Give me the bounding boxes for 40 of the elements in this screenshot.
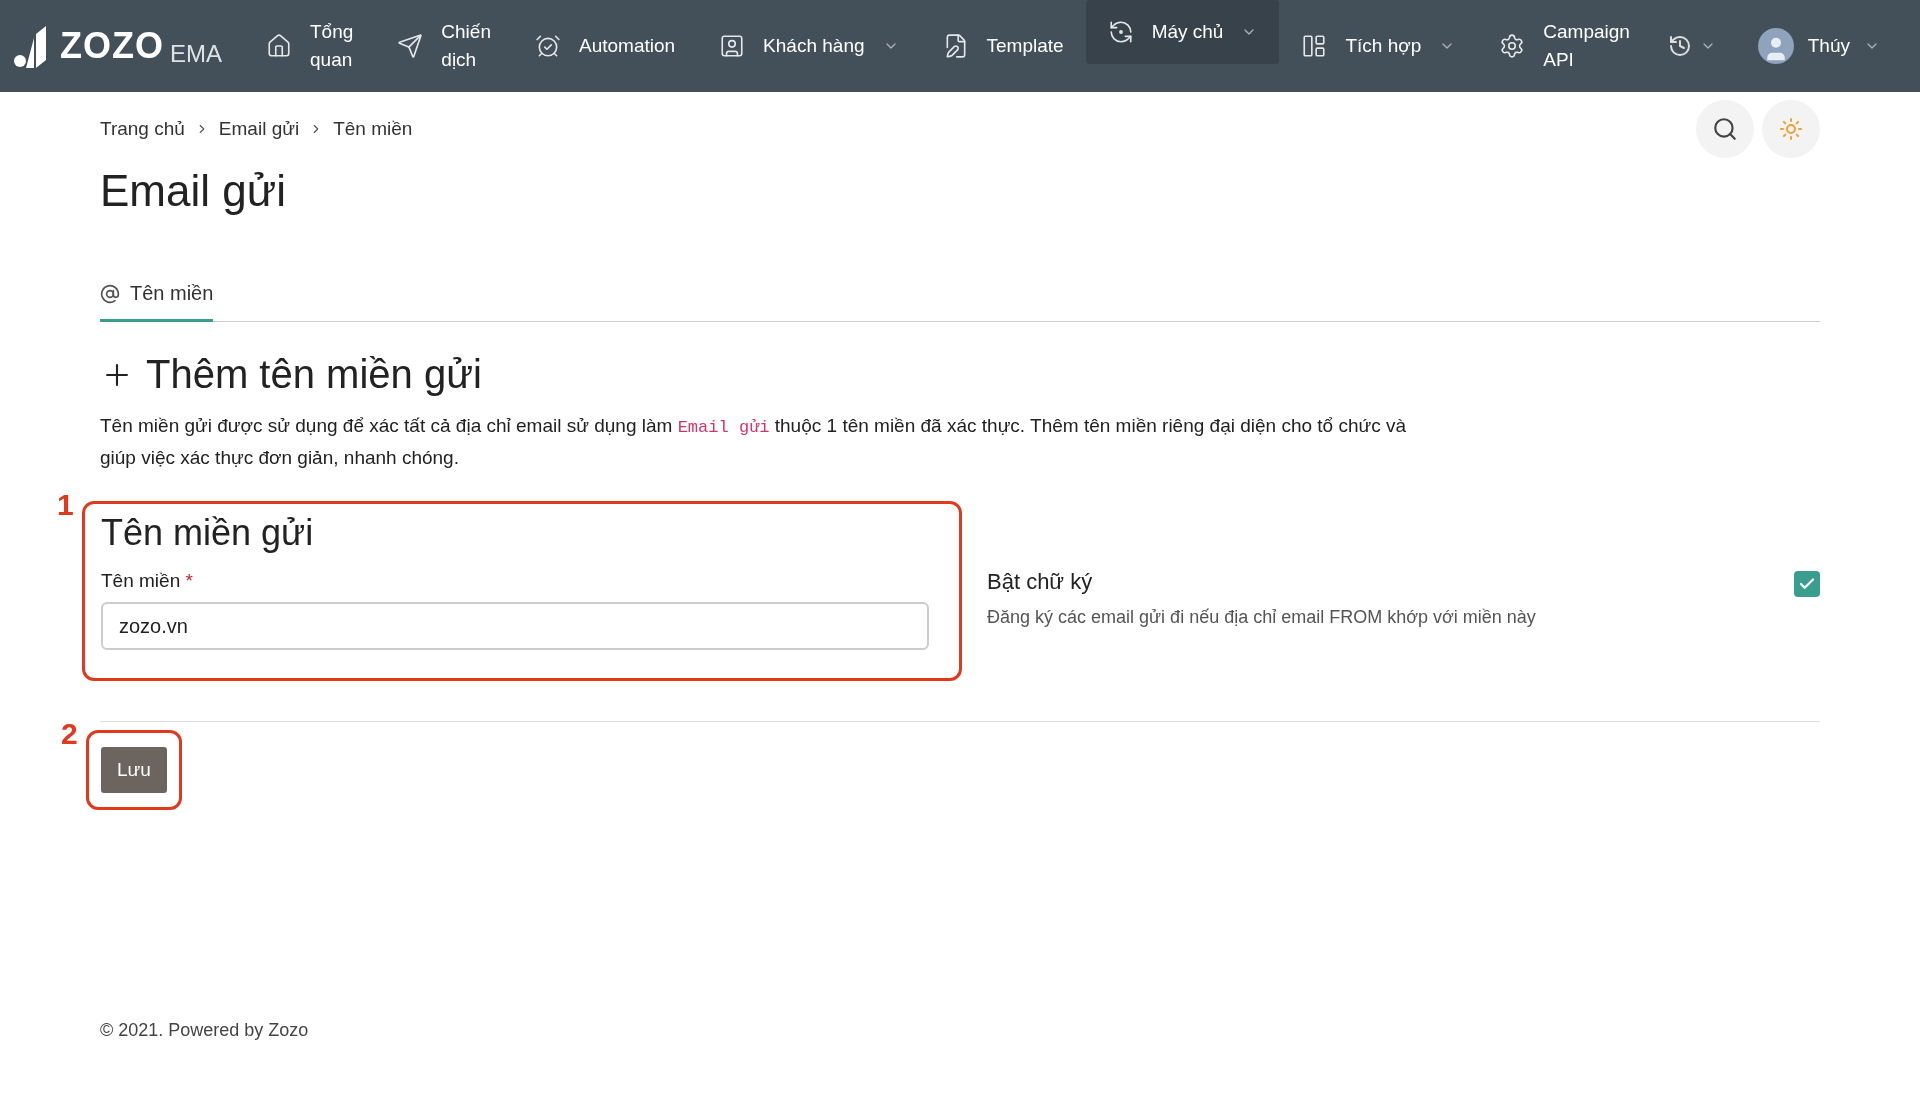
page-title: Email gửi [100, 166, 287, 216]
signature-checkbox[interactable] [1794, 571, 1820, 597]
domain-input[interactable]: zozo.vn [101, 602, 929, 650]
nav-item[interactable]: Tích hợp [1279, 0, 1478, 92]
footer-text: © 2021. Powered by Zozo [100, 1020, 310, 1041]
annotation-number: 1 [57, 488, 74, 522]
nav-item[interactable]: Khách hàng [697, 0, 921, 92]
at-sign-icon [100, 283, 120, 304]
logo-text: ZOZO [60, 25, 164, 67]
nav-item[interactable]: Automation [512, 0, 698, 92]
contact-card-icon [719, 33, 746, 59]
home-icon [266, 33, 292, 59]
breadcrumb-link[interactable]: Tên miền [333, 118, 413, 140]
nav-item[interactable]: Campaign API [1477, 0, 1652, 92]
nav-item[interactable]: Chiến dịch [375, 0, 513, 92]
search-icon [1712, 116, 1738, 142]
nav-item[interactable]: Máy chủ [1085, 0, 1280, 64]
nav-item[interactable]: Tổng quan [244, 0, 376, 92]
description-text: Tên miền gửi được sử dụng để xác tất cả địa chỉ email sử dụng làm Email gửi thuộc 1 tên miền đã xác thực. Thêm tên miền riêng đại diện cho tổ chức và giúp việc xác thực đơn giản, nhanh chóng. [100, 414, 1408, 470]
form-title: Tên miền gửi [101, 512, 315, 554]
avatar-icon [1757, 28, 1794, 64]
save-button[interactable]: Lưu [101, 747, 167, 793]
field-label: Tên miền * [101, 570, 194, 592]
breadcrumb-link[interactable]: Email gửi [218, 118, 300, 140]
sync-icon [1107, 19, 1134, 45]
gear-icon [1499, 33, 1526, 59]
annotation-number: 2 [61, 717, 78, 751]
alarm-clock-icon [534, 33, 561, 59]
nav-item[interactable]: Template [920, 0, 1086, 92]
tab[interactable]: Tên miền [100, 282, 214, 322]
signature-hint: Đăng ký các email gửi đi nếu địa chỉ email FROM khớp với miền này [987, 607, 1536, 628]
breadcrumb-link[interactable]: Trang chủ [100, 118, 185, 140]
panel-icon [1301, 33, 1328, 59]
user-menu[interactable]: Thúy [1751, 27, 1886, 65]
signature-label: Bật chữ ký [987, 569, 1094, 595]
send-icon [397, 33, 424, 59]
logo-suffix: EMA [170, 40, 222, 68]
history-icon [1667, 34, 1692, 58]
sun-icon [1779, 117, 1803, 141]
section-title: Thêm tên miền gửi [146, 352, 482, 397]
